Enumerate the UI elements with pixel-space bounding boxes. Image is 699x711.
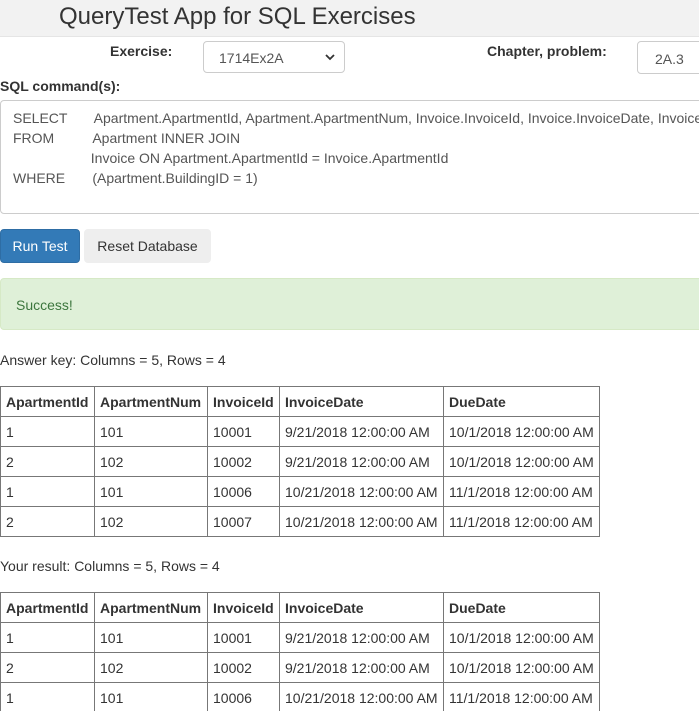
success-alert-text: Success! — [16, 297, 73, 313]
table-cell: 10/21/2018 12:00:00 AM — [279, 476, 444, 507]
table-row: 2 102 10002 9/21/2018 12:00:00 AM 10/1/2… — [0, 446, 600, 477]
table-cell: 9/21/2018 12:00:00 AM — [279, 416, 444, 447]
table-cell: 11/1/2018 12:00:00 AM — [443, 476, 600, 507]
table-cell: 9/21/2018 12:00:00 AM — [279, 652, 444, 683]
table-cell: 102 — [94, 652, 208, 683]
your-result-caption: Your result: Columns = 5, Rows = 4 — [0, 558, 220, 574]
reset-database-button[interactable]: Reset Database — [84, 229, 211, 263]
table-cell: 10007 — [207, 506, 280, 537]
run-test-button[interactable]: Run Test — [0, 229, 80, 263]
table-cell: 1 — [0, 622, 95, 653]
sql-label: SQL command(s): — [0, 78, 121, 94]
table-cell: 1 — [0, 416, 95, 447]
app-title: QueryTest App for SQL Exercises — [59, 3, 416, 30]
column-header: ApartmentNum — [94, 592, 208, 623]
table-cell: 10/21/2018 12:00:00 AM — [279, 682, 444, 711]
page: QueryTest App for SQL Exercises Exercise… — [0, 0, 699, 711]
answer-key-table: ApartmentId ApartmentNum InvoiceId Invoi… — [0, 386, 600, 537]
table-header-row: ApartmentId ApartmentNum InvoiceId Invoi… — [0, 386, 600, 417]
chevron-down-icon — [325, 54, 335, 61]
sql-line: WHERE (Apartment.BuildingID = 1) — [13, 170, 258, 186]
table-cell: 10001 — [207, 622, 280, 653]
column-header: ApartmentId — [0, 386, 95, 417]
title-bar: QueryTest App for SQL Exercises — [0, 0, 699, 37]
sql-line: FROM Apartment INNER JOIN — [13, 130, 241, 146]
table-cell: 10006 — [207, 682, 280, 711]
table-cell: 1 — [0, 476, 95, 507]
table-cell: 9/21/2018 12:00:00 AM — [279, 622, 444, 653]
chapter-label: Chapter, problem: — [487, 43, 607, 59]
table-cell: 2 — [0, 506, 95, 537]
table-cell: 2 — [0, 652, 95, 683]
table-cell: 101 — [94, 622, 208, 653]
table-row: 1 101 10001 9/21/2018 12:00:00 AM 10/1/2… — [0, 622, 600, 653]
table-cell: 10/1/2018 12:00:00 AM — [443, 652, 600, 683]
success-alert: Success! — [0, 278, 699, 330]
chapter-problem-field[interactable]: 2A.3 — [637, 41, 699, 74]
column-header: InvoiceId — [207, 592, 280, 623]
column-header: InvoiceDate — [279, 386, 444, 417]
table-cell: 102 — [94, 506, 208, 537]
table-cell: 2 — [0, 446, 95, 477]
table-cell: 9/21/2018 12:00:00 AM — [279, 446, 444, 477]
exercise-label: Exercise: — [110, 43, 173, 59]
table-cell: 10/1/2018 12:00:00 AM — [443, 416, 600, 447]
your-result-table: ApartmentId ApartmentNum InvoiceId Invoi… — [0, 592, 600, 711]
table-cell: 10002 — [207, 652, 280, 683]
table-row: 2 102 10002 9/21/2018 12:00:00 AM 10/1/2… — [0, 652, 600, 683]
column-header: InvoiceId — [207, 386, 280, 417]
table-cell: 11/1/2018 12:00:00 AM — [443, 682, 600, 711]
column-header: ApartmentNum — [94, 386, 208, 417]
exercise-select[interactable]: 1714Ex2A — [203, 41, 345, 73]
table-cell: 101 — [94, 476, 208, 507]
table-header-row: ApartmentId ApartmentNum InvoiceId Invoi… — [0, 592, 600, 623]
table-cell: 11/1/2018 12:00:00 AM — [443, 506, 600, 537]
column-header: DueDate — [443, 592, 600, 623]
table-row: 1 101 10006 10/21/2018 12:00:00 AM 11/1/… — [0, 682, 600, 711]
table-row: 1 101 10006 10/21/2018 12:00:00 AM 11/1/… — [0, 476, 600, 507]
table-cell: 10002 — [207, 446, 280, 477]
table-cell: 102 — [94, 446, 208, 477]
sql-line: Invoice ON Apartment.ApartmentId = Invoi… — [13, 150, 449, 166]
exercise-select-value: 1714Ex2A — [219, 50, 284, 66]
column-header: InvoiceDate — [279, 592, 444, 623]
table-cell: 101 — [94, 682, 208, 711]
table-cell: 10/21/2018 12:00:00 AM — [279, 506, 444, 537]
table-cell: 10/1/2018 12:00:00 AM — [443, 622, 600, 653]
answer-key-caption: Answer key: Columns = 5, Rows = 4 — [0, 352, 226, 368]
table-cell: 10/1/2018 12:00:00 AM — [443, 446, 600, 477]
table-row: 2 102 10007 10/21/2018 12:00:00 AM 11/1/… — [0, 506, 600, 537]
column-header: DueDate — [443, 386, 600, 417]
table-cell: 101 — [94, 416, 208, 447]
column-header: ApartmentId — [0, 592, 95, 623]
table-row: 1 101 10001 9/21/2018 12:00:00 AM 10/1/2… — [0, 416, 600, 447]
chapter-problem-value: 2A.3 — [655, 51, 684, 67]
table-cell: 10001 — [207, 416, 280, 447]
table-cell: 10006 — [207, 476, 280, 507]
sql-line: SELECT Apartment.ApartmentId, Apartment.… — [13, 110, 699, 126]
sql-command-textarea[interactable]: SELECT Apartment.ApartmentId, Apartment.… — [0, 100, 699, 214]
table-cell: 1 — [0, 682, 95, 711]
